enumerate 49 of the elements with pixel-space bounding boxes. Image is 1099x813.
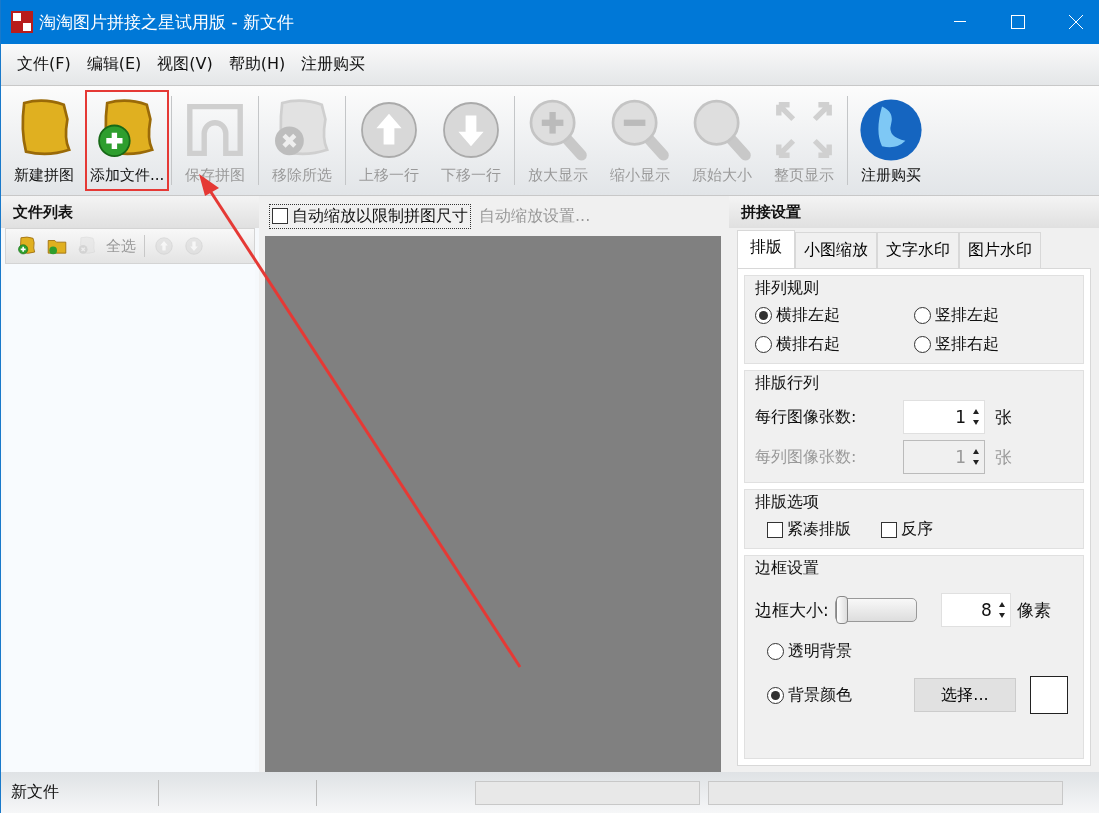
window-title: 淘淘图片拼接之星试用版 - 新文件 bbox=[39, 10, 295, 34]
menu-item[interactable]: 帮助(H) bbox=[220, 54, 294, 75]
field-label: 每列图像张数: bbox=[755, 446, 858, 468]
group-title: 排版选项 bbox=[755, 492, 820, 513]
toolbar-button[interactable]: 新建拼图 bbox=[3, 90, 85, 191]
field-label: 每行图像张数: bbox=[755, 406, 858, 428]
menu-item[interactable]: 编辑(E) bbox=[78, 54, 150, 75]
menu-item[interactable]: 视图(V) bbox=[149, 54, 221, 75]
minimize-icon[interactable] bbox=[954, 21, 966, 23]
document-plus-icon[interactable] bbox=[16, 235, 38, 257]
radio-option[interactable]: 竖排左起 bbox=[914, 305, 1073, 326]
tab[interactable]: 图片水印 bbox=[959, 232, 1041, 268]
maximize-icon[interactable] bbox=[1011, 15, 1025, 29]
field-label: 边框大小: bbox=[755, 598, 829, 622]
tab[interactable]: 小图缩放 bbox=[795, 232, 877, 268]
color-swatch[interactable] bbox=[1030, 676, 1068, 714]
spin-field[interactable]: 1 bbox=[903, 400, 985, 434]
radio-option[interactable]: 背景颜色 bbox=[767, 684, 852, 706]
toolbar-button[interactable]: 注册购买 bbox=[850, 90, 933, 191]
status-text: 新文件 bbox=[1, 779, 159, 806]
tab[interactable]: 排版 bbox=[737, 230, 795, 268]
radio-option[interactable]: 横排左起 bbox=[755, 305, 914, 326]
unit-label: 张 bbox=[995, 445, 1012, 469]
group-title: 边框设置 bbox=[755, 558, 820, 579]
group-title: 排列规则 bbox=[755, 278, 820, 299]
slider-thumb[interactable] bbox=[835, 596, 848, 624]
unit-label: 像素 bbox=[1016, 598, 1051, 622]
tab[interactable]: 文字水印 bbox=[877, 232, 959, 268]
checkbox[interactable]: 反序 bbox=[881, 519, 933, 540]
toolbar-button[interactable]: 添加文件... bbox=[85, 90, 170, 191]
auto-scale-checkbox[interactable]: 自动缩放以限制拼图尺寸 bbox=[269, 203, 471, 229]
radio-option[interactable]: 横排右起 bbox=[755, 334, 914, 355]
menu-item[interactable]: 注册购买 bbox=[293, 54, 374, 75]
spin-field[interactable]: 8 bbox=[940, 593, 1011, 627]
spin-arrows-icon[interactable] bbox=[972, 448, 980, 466]
slider-track[interactable] bbox=[834, 598, 917, 622]
spin-arrows-icon[interactable] bbox=[972, 408, 980, 426]
checkbox[interactable]: 紧凑排版 bbox=[767, 519, 851, 540]
panel-title: 拼接设置 bbox=[729, 196, 1099, 228]
close-icon[interactable] bbox=[1069, 15, 1083, 29]
menu-item[interactable]: 文件(F) bbox=[9, 54, 79, 75]
radio-option[interactable]: 透明背景 bbox=[767, 641, 852, 662]
panel-title: 文件列表 bbox=[1, 196, 259, 228]
radio-option[interactable]: 竖排右起 bbox=[914, 334, 1073, 355]
spin-arrows-icon[interactable] bbox=[997, 601, 1006, 619]
group-title: 排版行列 bbox=[755, 373, 820, 394]
app-logo-icon bbox=[11, 11, 33, 33]
unit-label: 张 bbox=[995, 405, 1012, 429]
choose-button[interactable]: 选择... bbox=[914, 678, 1016, 712]
